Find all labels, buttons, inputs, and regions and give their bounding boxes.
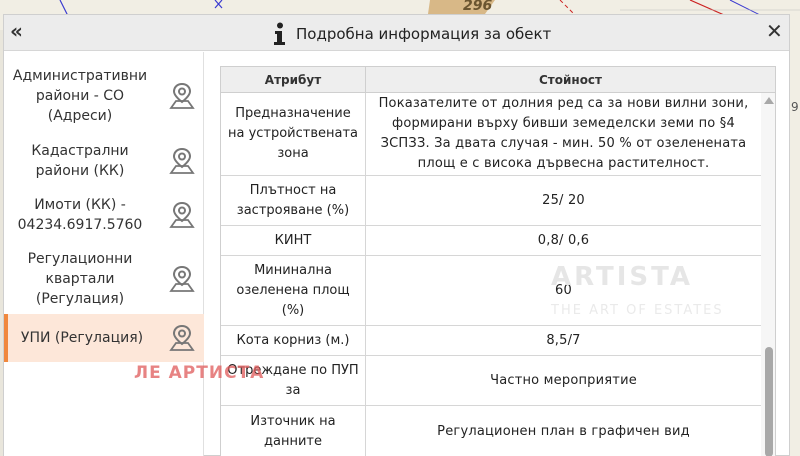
attribute-cell: Предназначение на устройствената зона: [221, 93, 366, 175]
sidebar-item-label: Имоти (КК) - 04234.6917.5760: [17, 197, 143, 233]
value-cell: 25/ 20: [542, 192, 585, 208]
sidebar-item-label: Административни райони - СО (Адреси): [12, 68, 148, 124]
watermark-brand: ЛЕ АРТИСТА: [134, 363, 265, 383]
map-pin-icon: [169, 265, 195, 292]
collapse-panel-button[interactable]: «: [10, 19, 23, 43]
table-row: Предназначение на устройствената зона По…: [221, 93, 761, 176]
map-pin-icon: [169, 147, 195, 174]
attribute-cell: КИНТ: [221, 226, 366, 255]
map-pin-icon: [169, 324, 195, 351]
scroll-up-arrow-icon[interactable]: [764, 97, 774, 104]
sidebar-item-admin-districts[interactable]: Административни райони - СО (Адреси): [4, 60, 204, 132]
table-row: Плътност на застрояване (%) 25/ 20: [221, 176, 761, 226]
attribute-cell: Мининална озеленена площ (%): [221, 256, 366, 325]
table-row: Кота корниз (м.) 8,5/7: [221, 326, 761, 356]
sidebar-item-label: Кадастрални райони (КК): [31, 143, 129, 179]
table-row: КИНТ 0,8/ 0,6: [221, 226, 761, 256]
sidebar-item-upi[interactable]: УПИ (Регулация): [4, 314, 204, 362]
value-cell: 0,8/ 0,6: [537, 232, 590, 248]
attribute-cell: Плътност на застрояване (%): [221, 176, 366, 225]
table-scrollbar[interactable]: [761, 93, 775, 456]
layer-sidebar: Административни райони - СО (Адреси) Кад…: [4, 52, 204, 456]
map-pin-icon: [169, 201, 195, 228]
object-info-panel: « Подробна информация за обект ✕ Админис…: [3, 14, 790, 456]
sidebar-item-label: Регулационни квартали (Регулация): [27, 251, 133, 307]
column-header-attribute: Атрибут: [221, 67, 366, 92]
scroll-thumb[interactable]: [765, 347, 773, 456]
column-header-value: Стойност: [538, 73, 603, 87]
table-row: Отреждане по ПУП за Частно мероприятие: [221, 356, 761, 406]
close-panel-button[interactable]: ✕: [766, 20, 783, 42]
value-cell: Регулационен план в графичен вид: [437, 423, 690, 439]
map-parcel-number: 296: [463, 0, 493, 14]
attribute-cell: Източник на данните: [221, 406, 366, 456]
sidebar-item-regulation-blocks[interactable]: Регулационни квартали (Регулация): [4, 244, 204, 314]
panel-title: Подробна информация за обект: [296, 25, 552, 43]
sidebar-item-property[interactable]: Имоти (КК) - 04234.6917.5760: [4, 190, 204, 240]
table-header: Атрибут Стойност: [221, 67, 775, 93]
info-icon: [274, 22, 285, 45]
watermark-tagline: THE ART OF ESTATES: [551, 303, 724, 318]
map-label-right: 9: [791, 100, 799, 114]
sidebar-item-cadastral-districts[interactable]: Кадастрални райони (КК): [4, 136, 204, 186]
attributes-table: Атрибут Стойност Предназначение на устро…: [220, 66, 776, 456]
value-cell: Показателите от долния ред са за нови ви…: [378, 96, 749, 171]
sidebar-item-label: УПИ (Регулация): [20, 330, 144, 346]
value-cell: Частно мероприятие: [490, 372, 637, 388]
panel-header: « Подробна информация за обект ✕: [4, 15, 789, 51]
watermark-logo: ARTISTA: [551, 262, 693, 292]
value-cell: 8,5/7: [546, 332, 581, 348]
table-row: Източник на данните Регулационен план в …: [221, 406, 761, 456]
attribute-cell: Кота корниз (м.): [221, 326, 366, 355]
map-pin-icon: [169, 82, 195, 109]
map-background-right: [790, 30, 800, 456]
